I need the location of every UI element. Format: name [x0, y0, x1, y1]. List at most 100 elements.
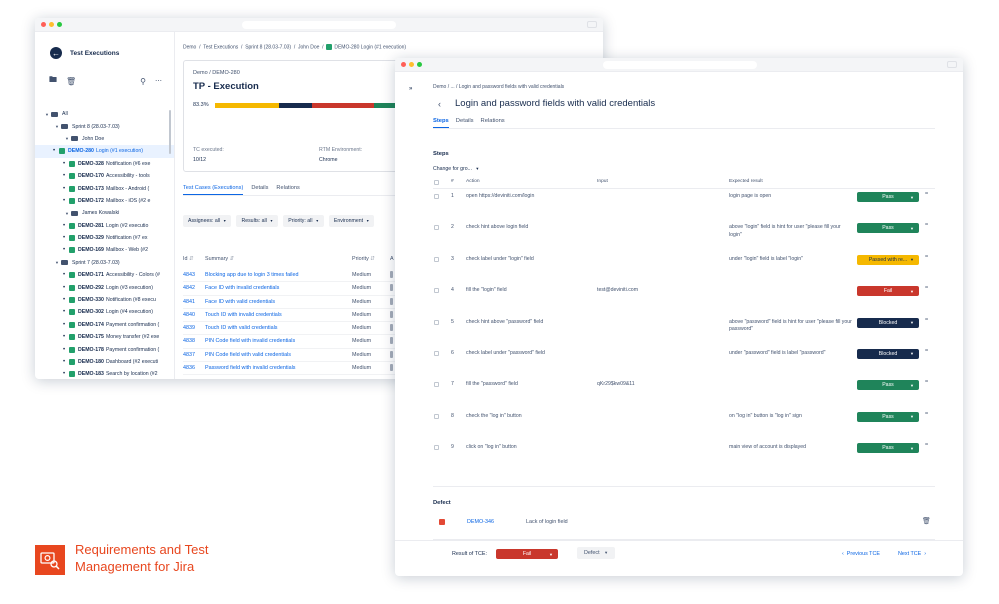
more-icon[interactable]: ••• [925, 347, 928, 352]
step-checkbox[interactable] [434, 288, 439, 294]
step-status-dropdown[interactable]: Pass ▼ [857, 380, 919, 391]
filter-dropdown[interactable]: Results: all ▼ [236, 215, 279, 227]
row-summary[interactable]: Face ID with valid credentials [205, 299, 275, 305]
maximize-dot[interactable] [57, 22, 62, 27]
step-status-dropdown[interactable]: Pass ▼ [857, 443, 919, 454]
trash-icon[interactable]: 🗑 [66, 77, 76, 86]
close-dot[interactable] [401, 62, 406, 67]
step-checkbox[interactable] [434, 413, 439, 419]
tree-item[interactable]: • DEMO-173 Mailbox - Android ( [45, 182, 164, 194]
tab-relations[interactable]: Relations [481, 118, 505, 128]
defect-key[interactable]: DEMO-346 [467, 519, 494, 525]
more-icon[interactable]: ••• [925, 284, 928, 289]
tree-item[interactable]: • DEMO-302 Login (#4 execution) [45, 306, 164, 318]
filter-dropdown[interactable]: Assignees: all ▼ [183, 215, 232, 227]
tree-folder[interactable]: ▼ Sprint 8 (28.03-7.03) [45, 120, 164, 132]
breadcrumb-item[interactable]: Sprint 8 (28.03-7.03) [245, 44, 291, 50]
tree-item[interactable]: • DEMO-171 Accessibility - Colors (# [45, 269, 164, 281]
more-icon[interactable]: ••• [925, 190, 928, 195]
tab-relations[interactable]: Relations [276, 185, 299, 195]
step-checkbox[interactable] [434, 445, 439, 451]
tree-item[interactable]: • DEMO-329 Notification (#7 ex [45, 232, 164, 244]
row-id[interactable]: 4843 [183, 272, 195, 278]
tree-item[interactable]: • DEMO-183 Search by location (#2 [45, 368, 164, 379]
tree-item[interactable]: • DEMO-328 Notification (#6 exe [45, 158, 164, 170]
window-button[interactable] [587, 21, 597, 28]
more-icon[interactable]: ⋯ [155, 77, 162, 85]
tree-item[interactable]: • DEMO-280 Login (#1 execution) [35, 145, 174, 158]
step-checkbox[interactable] [434, 256, 439, 262]
address-bar[interactable] [603, 61, 757, 69]
step-status-dropdown[interactable]: Pass ▼ [857, 192, 919, 202]
row-summary[interactable]: Touch ID with valid credentials [205, 325, 278, 331]
expand-sidebar-icon[interactable]: » [409, 86, 412, 92]
row-id[interactable]: 4836 [183, 365, 195, 371]
tree-item[interactable]: • DEMO-175 Money transfer (#2 exe [45, 331, 164, 343]
breadcrumb-item[interactable]: John Doe [298, 44, 319, 50]
step-checkbox[interactable] [434, 350, 439, 356]
window-button[interactable] [947, 61, 957, 68]
step-status-dropdown[interactable]: Pass ▼ [857, 411, 919, 422]
close-dot[interactable] [41, 22, 46, 27]
search-icon[interactable]: ⚲ [140, 77, 146, 86]
step-checkbox[interactable] [434, 225, 439, 231]
filter-dropdown[interactable]: Priority: all ▼ [283, 215, 324, 227]
row-id[interactable]: 4838 [183, 338, 195, 344]
next-tce-link[interactable]: Next TCE › [898, 551, 926, 557]
more-icon[interactable]: ••• [925, 221, 928, 226]
more-icon[interactable]: ••• [925, 253, 928, 258]
column-priority[interactable]: Priority ⇵ [352, 256, 375, 262]
more-icon[interactable]: ••• [925, 410, 928, 415]
tree-item[interactable]: • DEMO-330 Notification (#8 execu [45, 294, 164, 306]
tree-item[interactable]: • DEMO-281 Login (#2 executio [45, 220, 164, 232]
step-status-dropdown[interactable]: Blocked ▼ [857, 317, 919, 328]
tree-folder[interactable]: ▼ Sprint 7 (28.03-7.03) [45, 257, 164, 269]
tree-scrollbar[interactable] [169, 110, 171, 154]
row-summary[interactable]: Face ID with invalid credentials [205, 285, 279, 291]
tree-folder[interactable]: ▼ James Kowalski [45, 207, 164, 219]
row-id[interactable]: 4840 [183, 312, 195, 318]
previous-tce-link[interactable]: ‹ Previous TCE [842, 551, 880, 557]
tab-details[interactable]: Details [251, 185, 268, 195]
more-icon[interactable]: ••• [925, 378, 928, 383]
tree-folder[interactable]: ▼ All [45, 108, 164, 120]
step-status-dropdown[interactable]: Passed with re... ▼ [857, 254, 919, 265]
minimize-dot[interactable] [49, 22, 54, 27]
step-checkbox[interactable] [434, 194, 439, 199]
more-icon[interactable]: ••• [925, 316, 928, 321]
minimize-dot[interactable] [409, 62, 414, 67]
row-summary[interactable]: Touch ID with invalid credentials [205, 312, 282, 318]
tree-item[interactable]: • DEMO-174 Payment confirmation ( [45, 319, 164, 331]
card-breadcrumb[interactable]: Demo / DEMO-280 [193, 70, 413, 76]
change-group-dropdown[interactable]: Change for gro... ▼ [433, 166, 935, 172]
folder-icon[interactable]: 🖿 [49, 74, 57, 88]
tree-item[interactable]: • DEMO-172 Mailbox - iOS (#2 e [45, 195, 164, 207]
tab-test[interactable]: Test Cases (Executions) [183, 185, 244, 195]
column-summary[interactable]: Summary ⇵ [205, 256, 234, 262]
row-id[interactable]: 4839 [183, 325, 195, 331]
tree-folder[interactable]: ▼ John Doe [45, 133, 164, 145]
tab-steps[interactable]: Steps [433, 118, 449, 128]
row-id[interactable]: 4837 [183, 352, 195, 358]
row-summary[interactable]: PIN Code field with valid credentials [205, 352, 291, 358]
row-summary[interactable]: Blocking app due to login 3 times failed [205, 272, 299, 278]
row-id[interactable]: 4842 [183, 285, 195, 291]
breadcrumb-item[interactable]: DEMO-280 Login (#1 execution) [334, 44, 406, 50]
trash-icon[interactable]: 🗑 [922, 517, 931, 525]
step-checkbox[interactable] [434, 319, 439, 325]
address-bar[interactable] [242, 21, 396, 29]
row-id[interactable]: 4841 [183, 299, 195, 305]
breadcrumb-item[interactable]: Demo [183, 44, 196, 50]
tree-item[interactable]: • DEMO-169 Mailbox - Web (#2 [45, 244, 164, 256]
result-dropdown[interactable]: Fail ▼ [496, 549, 558, 559]
back-chevron-icon[interactable]: ‹ [433, 99, 455, 109]
more-icon[interactable]: ••• [925, 441, 928, 446]
step-status-dropdown[interactable]: Fail ▼ [857, 286, 919, 297]
tree-item[interactable]: • DEMO-180 Dashboard (#2 executi [45, 356, 164, 368]
tab-details[interactable]: Details [456, 118, 474, 128]
breadcrumb[interactable]: Demo / ... / Login and password fields w… [433, 72, 935, 90]
step-status-dropdown[interactable]: Pass ▼ [857, 223, 919, 234]
step-checkbox[interactable] [434, 382, 439, 388]
row-summary[interactable]: PIN Code field with invalid credentials [205, 338, 295, 344]
tree-item[interactable]: • DEMO-178 Payment confirmation ( [45, 343, 164, 355]
